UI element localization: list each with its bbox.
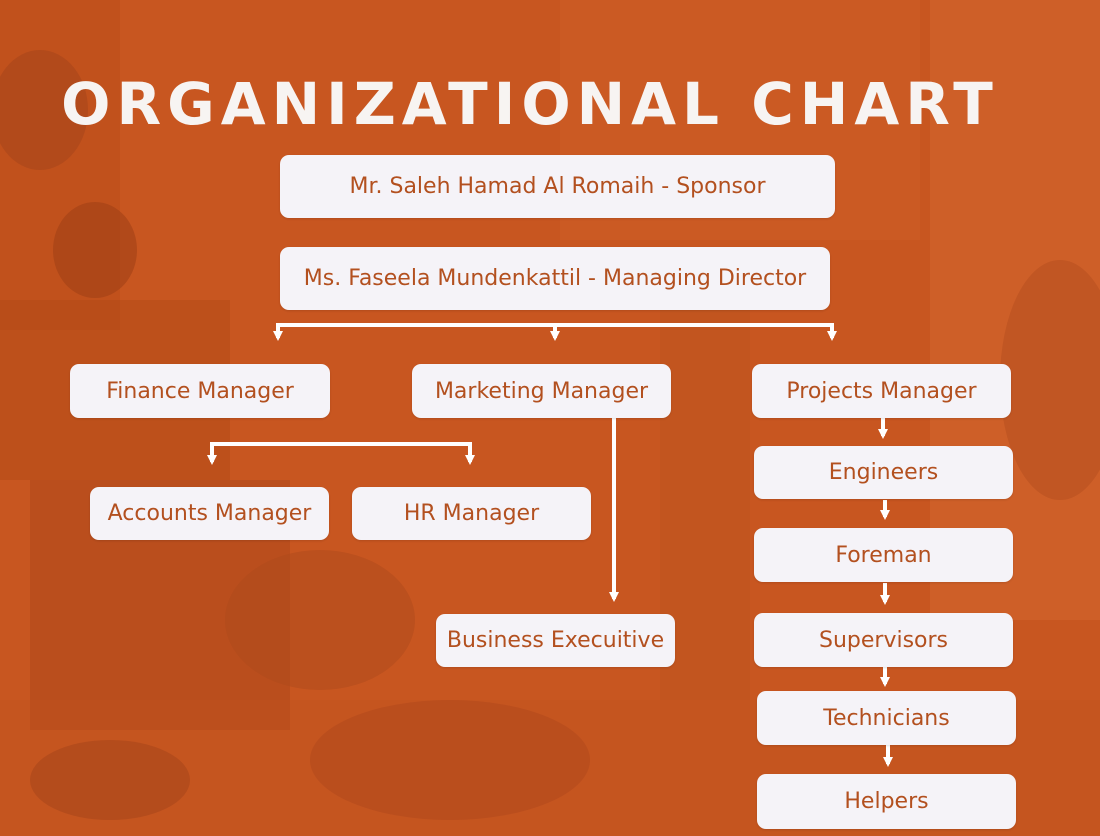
node-business-executive: Business Execuitive	[436, 614, 675, 667]
node-projects-manager: Projects Manager	[752, 364, 1011, 418]
node-sponsor: Mr. Saleh Hamad Al Romaih - Sponsor	[280, 155, 835, 218]
node-hr-manager: HR Manager	[352, 487, 591, 540]
node-managing-director: Ms. Faseela Mundenkattil - Managing Dire…	[280, 247, 830, 310]
node-technicians: Technicians	[757, 691, 1016, 745]
node-accounts-manager: Accounts Manager	[90, 487, 329, 540]
node-foreman: Foreman	[754, 528, 1013, 582]
node-finance-manager: Finance Manager	[70, 364, 330, 418]
node-supervisors: Supervisors	[754, 613, 1013, 667]
node-engineers: Engineers	[754, 446, 1013, 499]
node-marketing-manager: Marketing Manager	[412, 364, 671, 418]
node-helpers: Helpers	[757, 774, 1016, 829]
